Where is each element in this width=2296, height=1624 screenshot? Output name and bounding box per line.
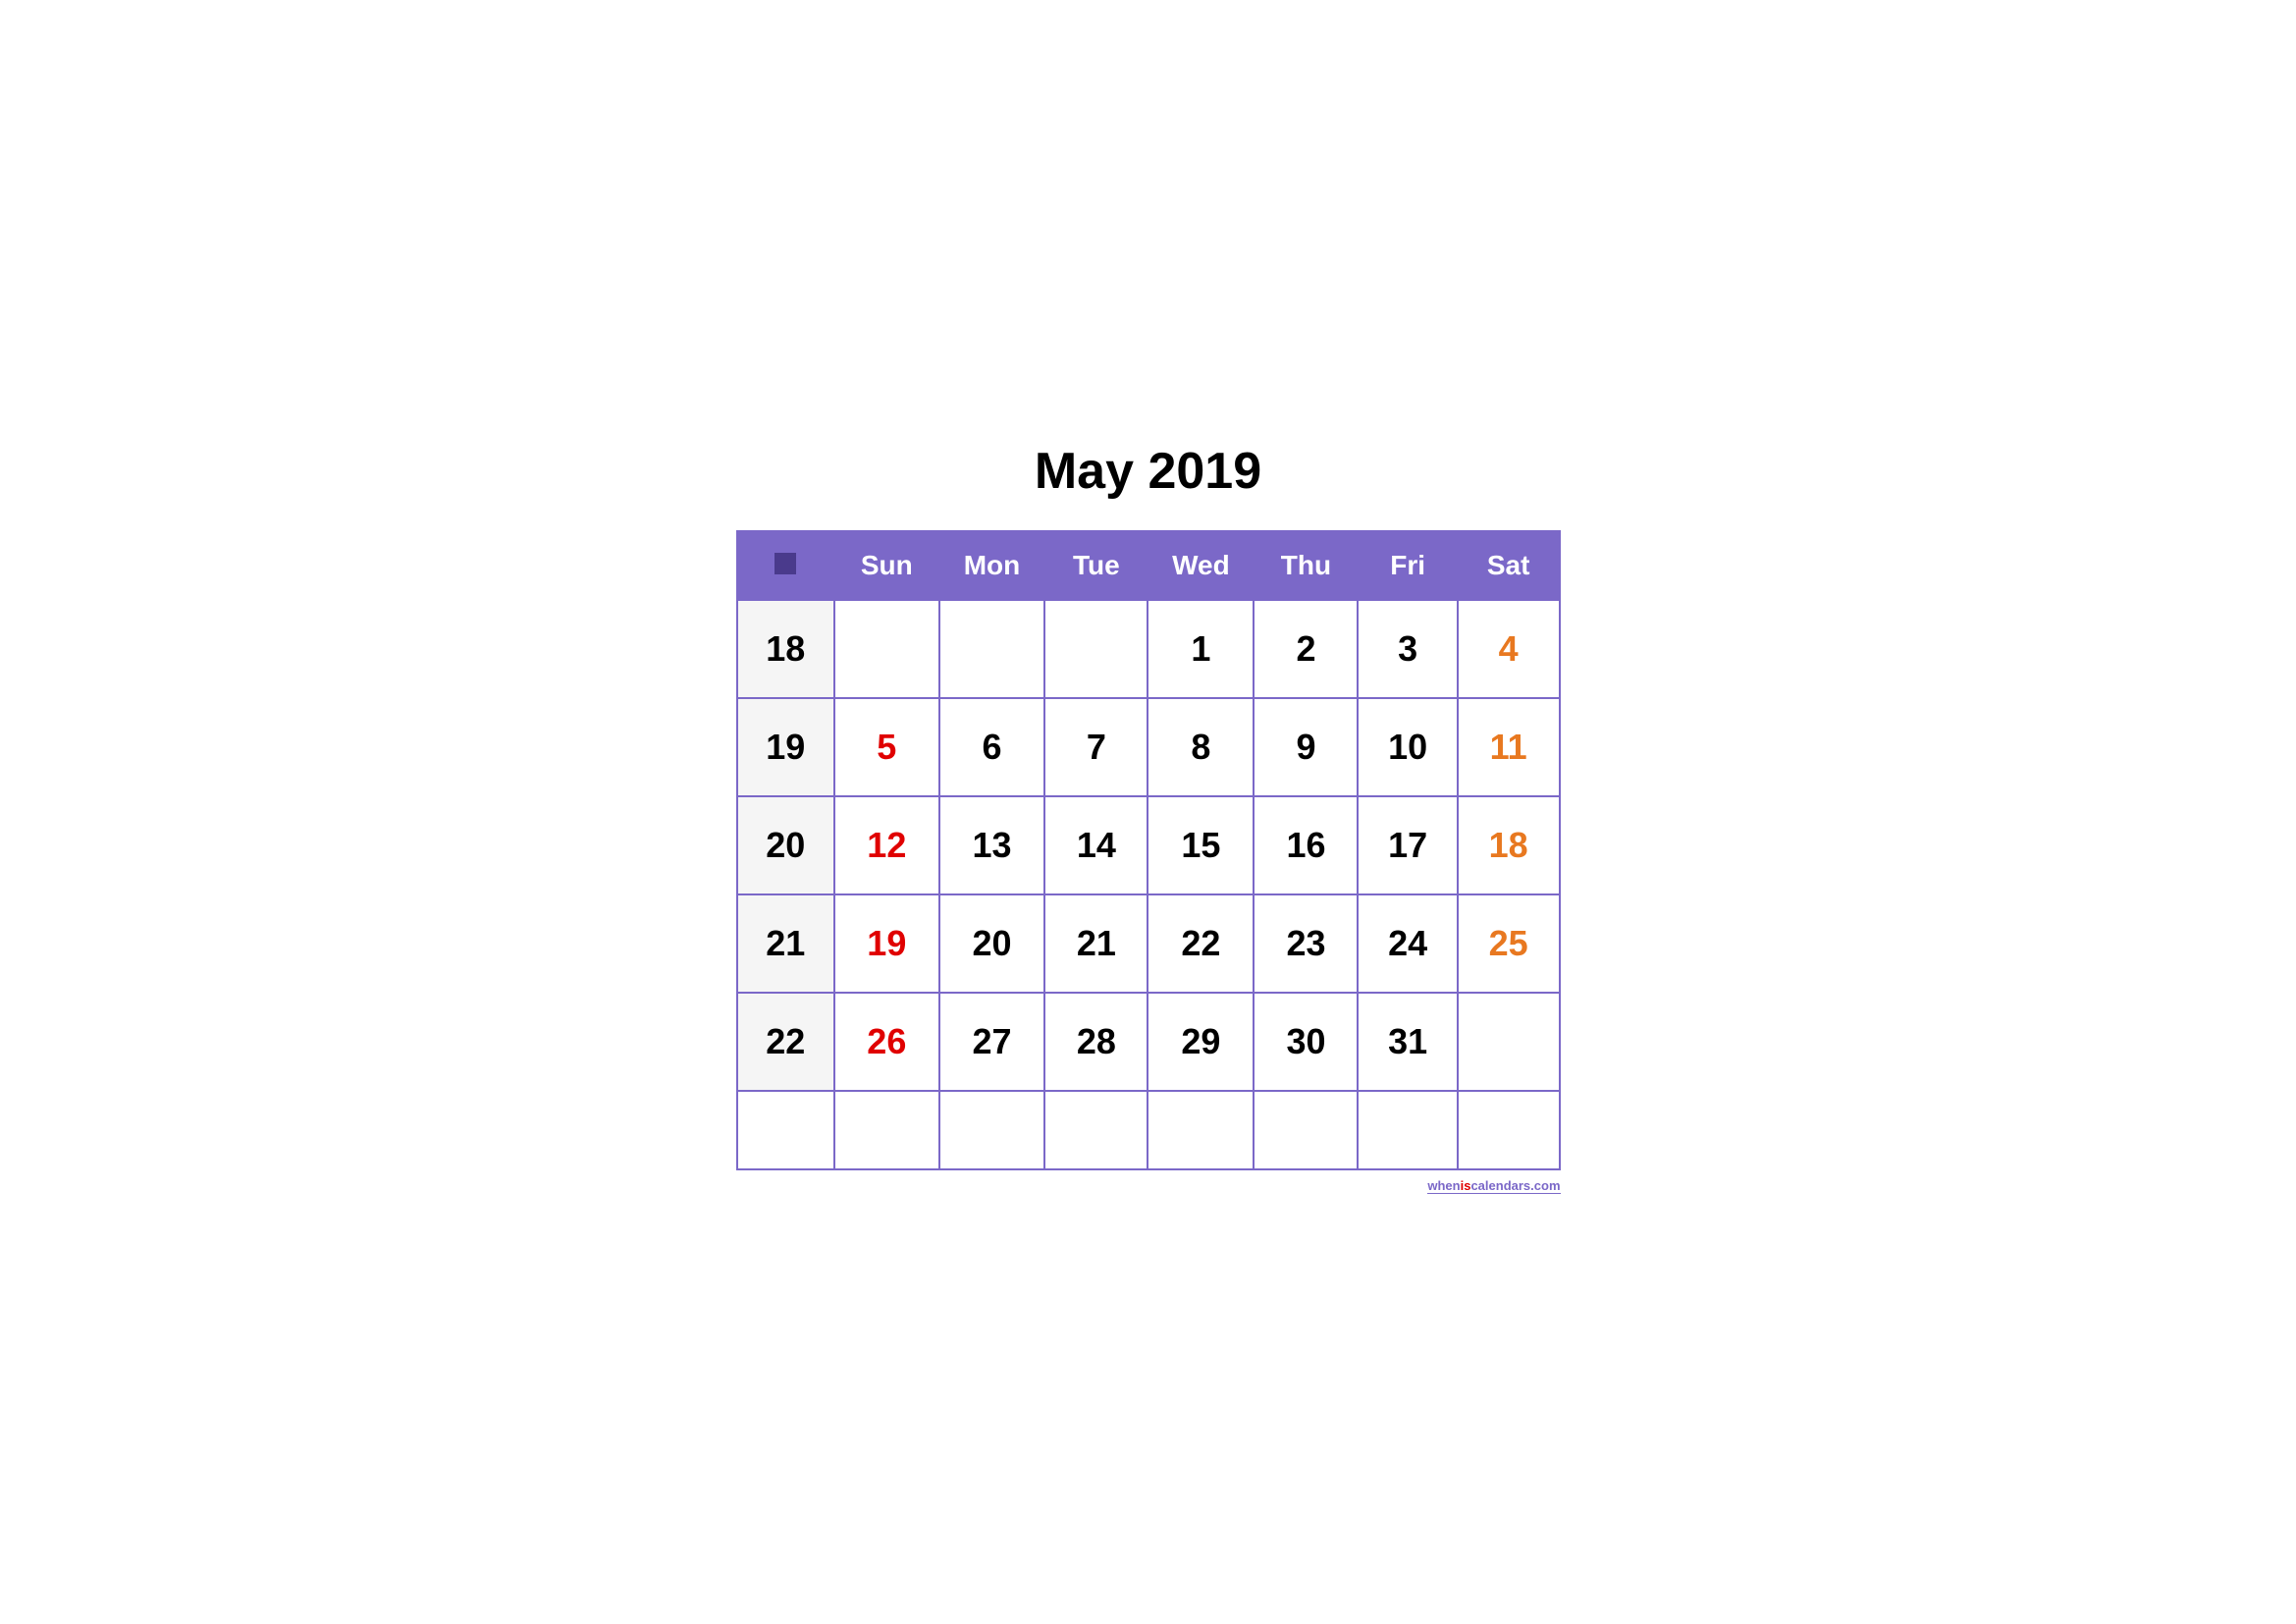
calendar-day: 4 — [1458, 600, 1560, 698]
header-row: Sun Mon Tue Wed Thu Fri Sat — [737, 531, 1560, 600]
week-num-header — [737, 531, 835, 600]
extra-cell — [1458, 1091, 1560, 1169]
calendar-day — [939, 600, 1045, 698]
watermark-is: is — [1461, 1178, 1471, 1193]
calendar-day: 12 — [834, 796, 938, 894]
calendar-day: 25 — [1458, 894, 1560, 993]
table-row: 2119202122232425 — [737, 894, 1560, 993]
watermark: wheniscalendars.com — [736, 1178, 1561, 1193]
calendar-day: 26 — [834, 993, 938, 1091]
week-number: 18 — [737, 600, 835, 698]
calendar-day: 19 — [834, 894, 938, 993]
table-row: 18 1234 — [737, 600, 1560, 698]
calendar-day: 30 — [1254, 993, 1358, 1091]
week-number: 20 — [737, 796, 835, 894]
calendar-day: 21 — [1044, 894, 1148, 993]
calendar-day — [834, 600, 938, 698]
calendar-day: 24 — [1358, 894, 1457, 993]
header-tue: Tue — [1044, 531, 1148, 600]
extra-cell — [1044, 1091, 1148, 1169]
week-number: 22 — [737, 993, 835, 1091]
calendar-day: 5 — [834, 698, 938, 796]
calendar-day: 16 — [1254, 796, 1358, 894]
header-mon: Mon — [939, 531, 1045, 600]
calendar-day: 1 — [1148, 600, 1254, 698]
calendar-day: 31 — [1358, 993, 1457, 1091]
extra-cell — [834, 1091, 938, 1169]
extra-cell — [939, 1091, 1045, 1169]
watermark-link[interactable]: wheniscalendars.com — [1427, 1178, 1560, 1194]
extra-row — [737, 1091, 1560, 1169]
calendar-day: 9 — [1254, 698, 1358, 796]
table-row: 2012131415161718 — [737, 796, 1560, 894]
calendar-table: Sun Mon Tue Wed Thu Fri Sat 181234195678… — [736, 530, 1561, 1170]
calendar-day: 18 — [1458, 796, 1560, 894]
calendar-day: 3 — [1358, 600, 1457, 698]
calendar-day: 28 — [1044, 993, 1148, 1091]
calendar-day — [1044, 600, 1148, 698]
calendar-day: 20 — [939, 894, 1045, 993]
calendar-day: 2 — [1254, 600, 1358, 698]
week-number: 19 — [737, 698, 835, 796]
calendar-day — [1458, 993, 1560, 1091]
header-sat: Sat — [1458, 531, 1560, 600]
calendar-day: 17 — [1358, 796, 1457, 894]
extra-cell — [737, 1091, 835, 1169]
calendar-day: 13 — [939, 796, 1045, 894]
calendar-body: 1812341956789101120121314151617182119202… — [737, 600, 1560, 1169]
calendar-day: 27 — [939, 993, 1045, 1091]
extra-cell — [1148, 1091, 1254, 1169]
calendar-day: 11 — [1458, 698, 1560, 796]
calendar-day: 8 — [1148, 698, 1254, 796]
header-sun: Sun — [834, 531, 938, 600]
calendar-day: 6 — [939, 698, 1045, 796]
square-icon — [774, 553, 796, 574]
calendar-day: 10 — [1358, 698, 1457, 796]
header-wed: Wed — [1148, 531, 1254, 600]
calendar-day: 7 — [1044, 698, 1148, 796]
table-row: 22262728293031 — [737, 993, 1560, 1091]
calendar-day: 22 — [1148, 894, 1254, 993]
table-row: 19567891011 — [737, 698, 1560, 796]
calendar-day: 23 — [1254, 894, 1358, 993]
calendar-container: May 2019 Sun Mon Tue Wed Thu Fri Sat 181… — [707, 412, 1590, 1213]
calendar-day: 14 — [1044, 796, 1148, 894]
extra-cell — [1254, 1091, 1358, 1169]
calendar-day: 15 — [1148, 796, 1254, 894]
calendar-day: 29 — [1148, 993, 1254, 1091]
header-fri: Fri — [1358, 531, 1457, 600]
calendar-title: May 2019 — [736, 442, 1561, 501]
extra-cell — [1358, 1091, 1457, 1169]
header-thu: Thu — [1254, 531, 1358, 600]
week-number: 21 — [737, 894, 835, 993]
